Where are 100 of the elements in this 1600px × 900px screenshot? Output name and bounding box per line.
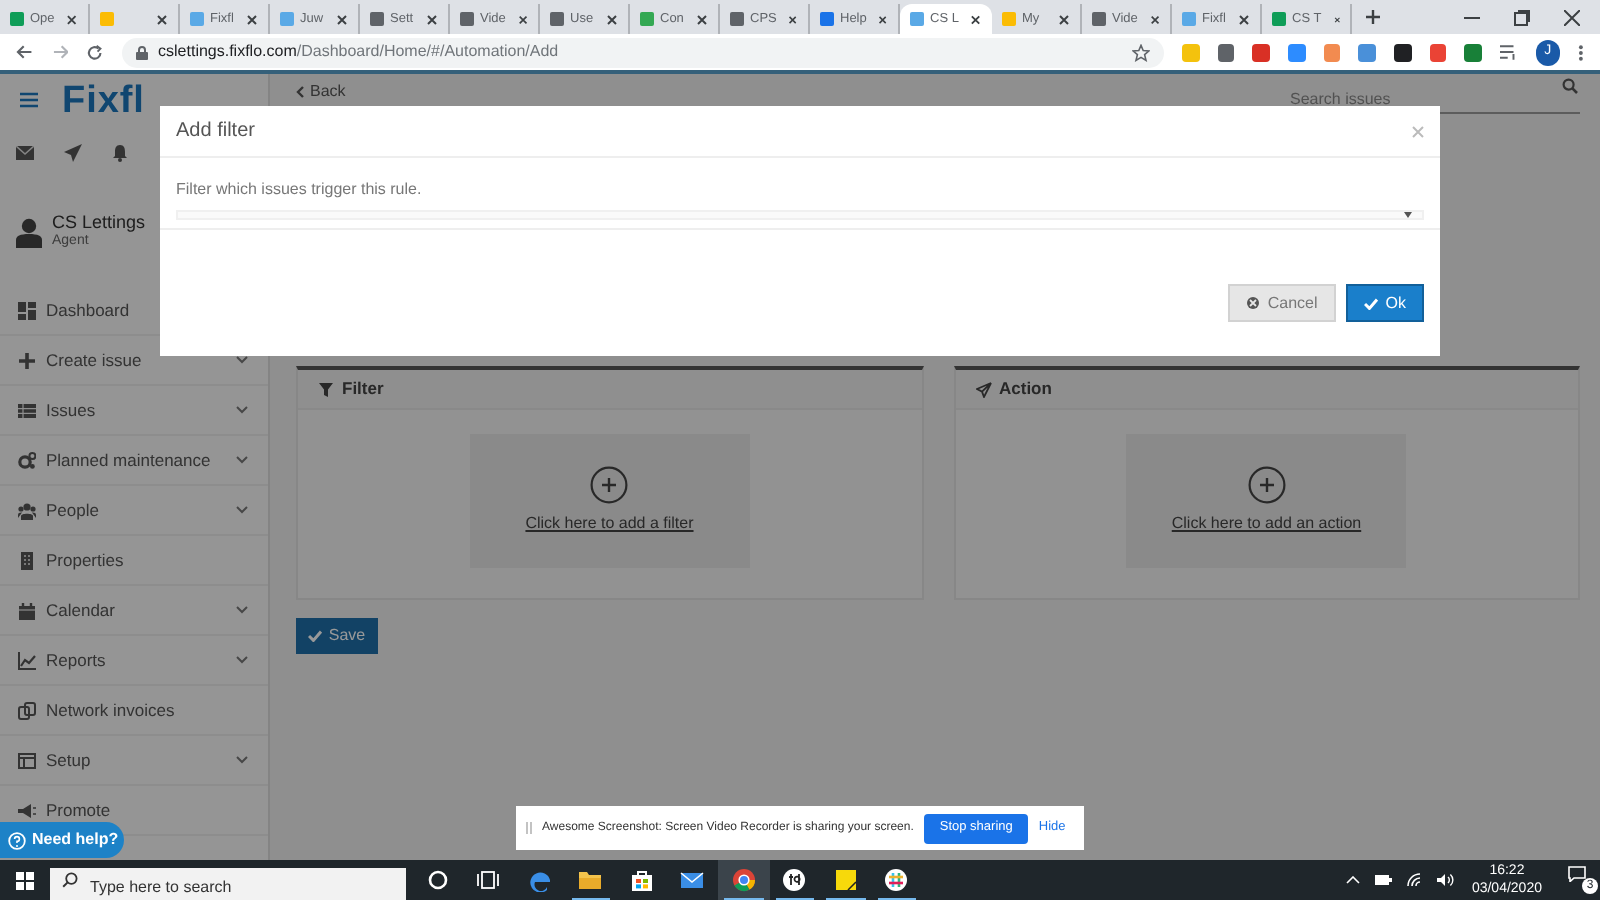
chevron-left-icon [296,85,304,97]
funnel-icon [318,381,334,397]
close-icon[interactable] [336,13,348,25]
nav-item[interactable]: Planned maintenance [0,436,268,486]
close-icon[interactable] [1333,13,1340,25]
send-icon [975,381,991,397]
close-icon[interactable] [1238,13,1250,25]
nav-icon [18,701,36,719]
close-icon[interactable] [970,13,982,25]
nav-item[interactable]: Setup [0,736,268,786]
save-button[interactable]: Save [296,618,378,654]
plus-circle-icon[interactable] [590,466,629,504]
chevron-icon [236,356,248,364]
add-card[interactable]: Click here to add an action [1126,434,1407,568]
user-name: CS Lettings [52,212,146,234]
drag-handle-icon[interactable] [526,822,532,834]
nav-item[interactable]: Issues [0,386,268,436]
ok-button[interactable]: Ok [1345,284,1424,322]
search-icon[interactable] [1562,78,1578,94]
wifi-icon[interactable] [1405,872,1422,888]
close-icon[interactable] [1058,13,1070,25]
chevron-icon [236,506,248,514]
logo[interactable]: Fixfl [62,81,145,119]
nav-icon [18,351,36,369]
shopping-bag-icon [629,868,654,892]
close-icon[interactable] [426,13,438,25]
close-icon[interactable] [66,13,78,25]
caret-up-icon[interactable] [1345,876,1360,884]
add-card[interactable]: Click here to add a filter [469,434,750,568]
url-text: cslettings.fixflo.com/Dashboard/Home/#/Automation/Add [158,40,559,64]
nav-item[interactable]: Calendar [0,586,268,636]
close-icon[interactable] [156,13,168,25]
close-icon[interactable] [1149,13,1160,25]
new-tab-icon[interactable] [1364,8,1382,26]
lock-icon [136,45,149,59]
chrome-icon [731,868,756,892]
nav-icon [18,601,36,619]
check-icon [308,630,323,642]
back-arrow-icon[interactable] [16,44,34,60]
close-icon[interactable] [246,13,258,25]
nav-icon [18,651,36,669]
message-icon [1568,866,1586,882]
circle-icon [425,868,450,892]
nav-item[interactable]: Properties [0,536,268,586]
restore-icon[interactable] [1514,9,1530,25]
send-icon[interactable] [64,143,82,161]
reload-icon[interactable] [86,43,105,61]
help-button[interactable]: Need help? [0,822,124,858]
question-icon [8,831,26,849]
playlist-icon[interactable] [1499,44,1518,60]
user-avatar-icon [16,217,42,247]
star-icon[interactable] [1131,43,1150,61]
close-icon[interactable] [1564,9,1580,25]
check-icon [1363,297,1378,309]
cancel-button[interactable]: Cancel [1227,284,1336,322]
close-icon[interactable] [606,13,618,25]
browser-e-icon [527,868,552,892]
nav-icon [18,751,36,769]
nav-icon [18,301,36,319]
extension-icon[interactable] [1393,43,1412,61]
envelope-icon [680,868,705,892]
close-icon[interactable] [696,13,708,25]
battery-icon[interactable] [1373,874,1392,886]
round-badge-icon [782,868,807,892]
chevron-icon [236,406,248,414]
chevron-icon [236,456,248,464]
close-icon[interactable] [878,13,888,25]
more-icon[interactable] [1578,43,1584,61]
dropdown-caret-icon [1404,212,1412,218]
nav-icon [18,551,36,569]
menu-icon[interactable] [20,92,38,108]
nav-item[interactable]: Network invoices [0,686,268,736]
plus-circle-icon[interactable] [1247,466,1286,504]
folder-icon [578,868,603,892]
volume-icon[interactable] [1435,872,1454,888]
nav-icon [18,501,36,519]
nav-item[interactable]: Reports [0,636,268,686]
taskbar-search-field[interactable]: Type here to search [50,867,406,900]
cancel-icon [1245,296,1260,310]
modal-description: Filter which issues trigger this rule. [176,178,424,202]
windows-start-icon[interactable] [16,871,34,889]
close-icon[interactable] [788,13,798,25]
close-icon[interactable] [517,13,528,25]
add-link[interactable]: Click here to add an action [1171,512,1362,536]
hash-logo-icon [884,868,909,892]
add-link[interactable]: Click here to add a filter [525,512,694,536]
chevron-icon [236,606,248,614]
nav-icon [18,401,36,419]
bell-icon[interactable] [112,143,128,161]
modal-title: Add filter [176,118,255,146]
mail-icon[interactable] [16,145,34,159]
nav-icon [18,801,36,819]
address-bar[interactable]: cslettings.fixflo.com/Dashboard/Home/#/Automation/Add [122,37,1164,67]
nav-item[interactable]: People [0,486,268,536]
extension-icon[interactable] [1217,43,1235,61]
chevron-icon [236,656,248,664]
back-link[interactable]: Back [296,79,346,103]
panel-title: Filter [342,376,384,402]
chevron-icon [236,756,248,764]
nav-icon [18,451,36,469]
